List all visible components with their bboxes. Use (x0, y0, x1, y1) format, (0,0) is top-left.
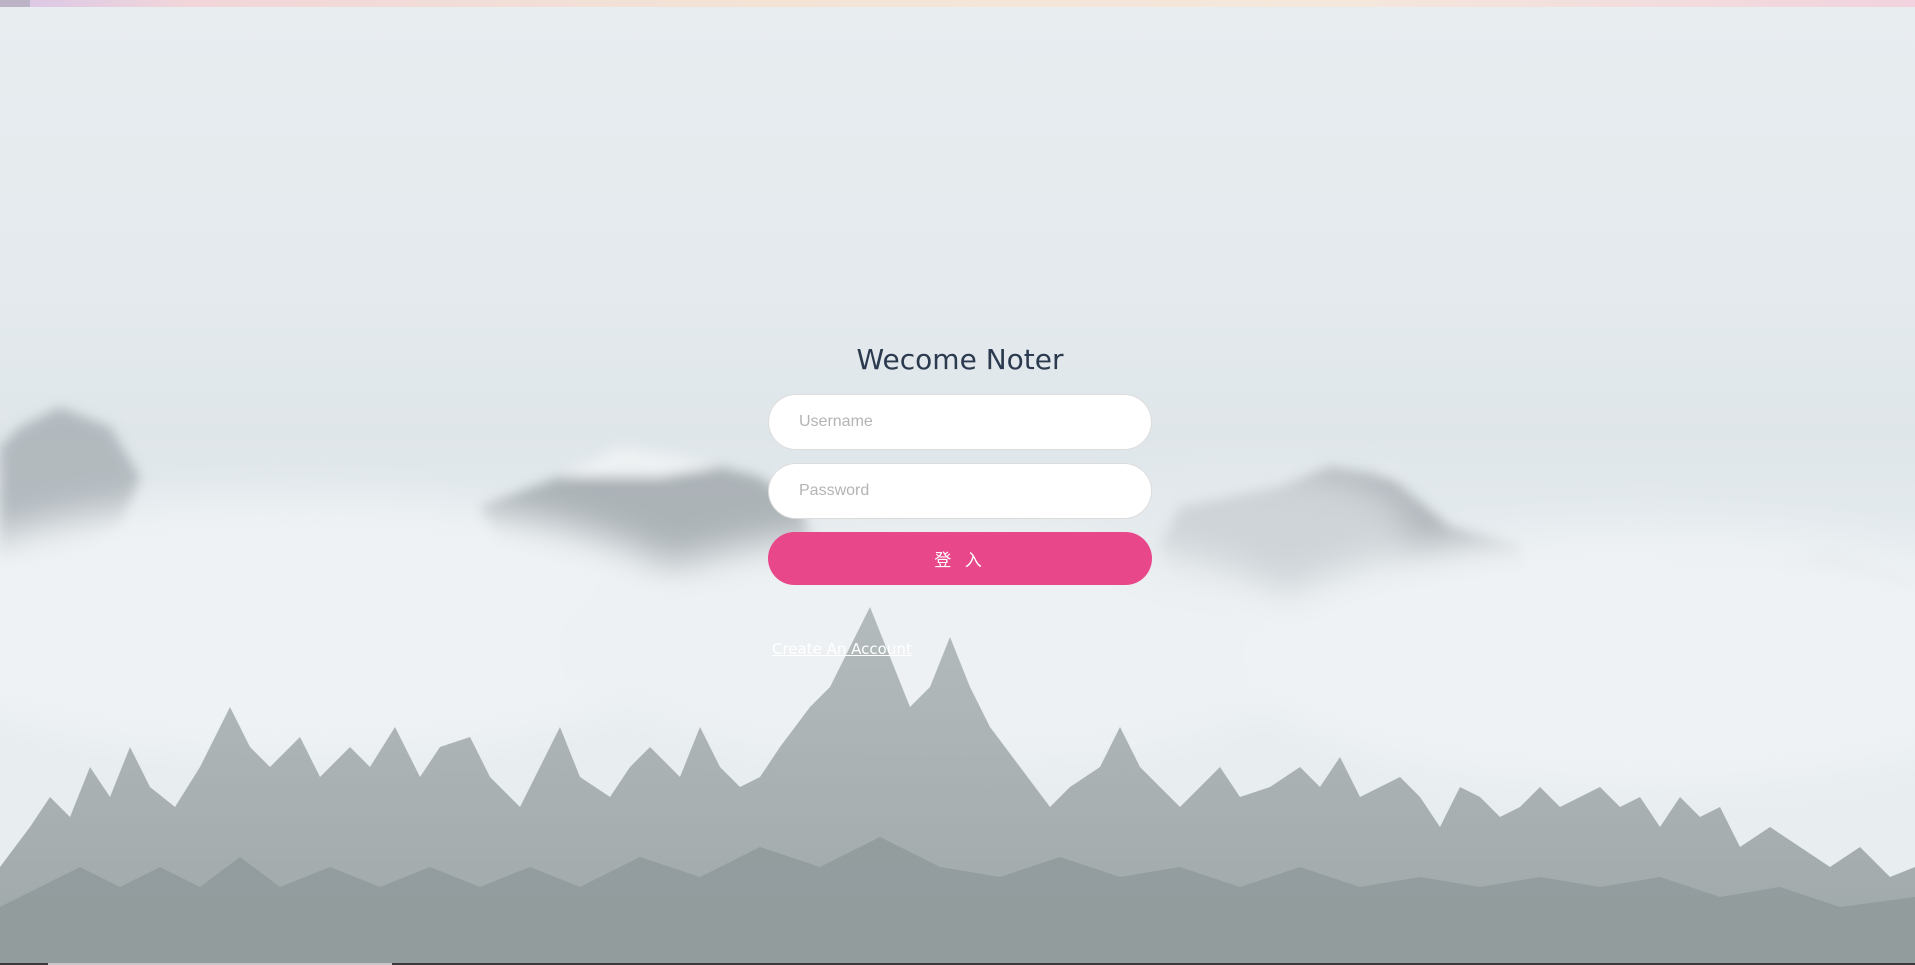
browser-top-strip (0, 0, 1915, 7)
login-page: Wecome Noter 登 入 Create An Account (0, 0, 1915, 965)
login-form: Wecome Noter 登 入 Create An Account (768, 338, 1152, 658)
browser-tab-edge (0, 0, 30, 7)
page-title: Wecome Noter (856, 343, 1064, 376)
password-input[interactable] (768, 463, 1152, 519)
login-button[interactable]: 登 入 (768, 532, 1152, 585)
username-input[interactable] (768, 394, 1152, 450)
create-account-link[interactable]: Create An Account (772, 640, 912, 658)
